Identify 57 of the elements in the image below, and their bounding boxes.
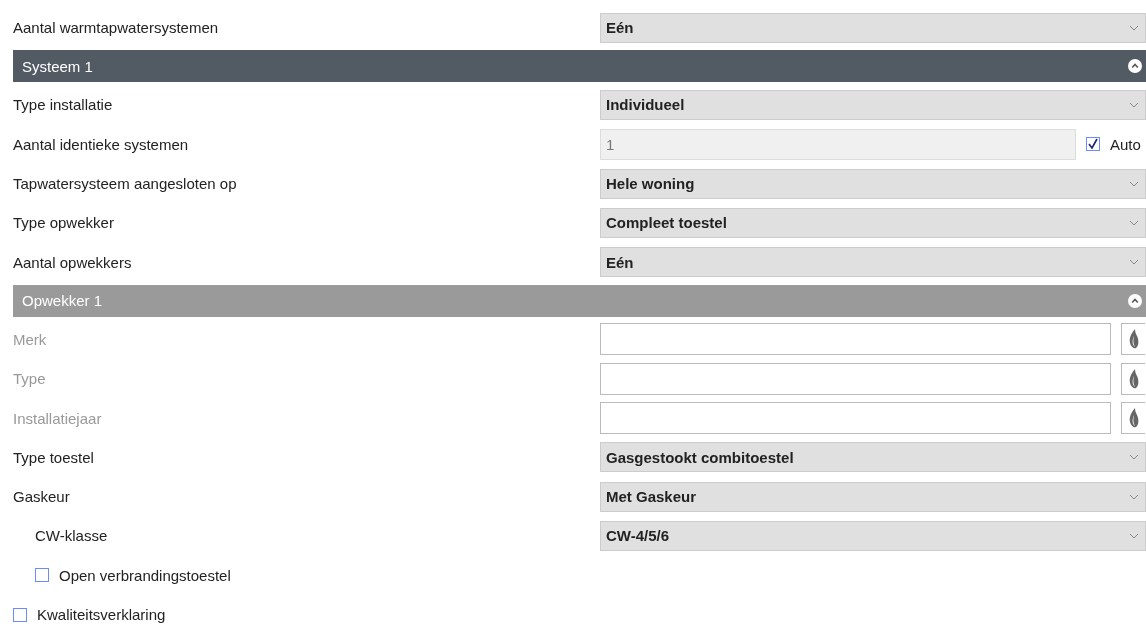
chevron-down-icon <box>1129 532 1139 539</box>
text-field[interactable] <box>600 402 1111 434</box>
text-field[interactable] <box>600 323 1111 356</box>
section-header[interactable]: Systeem 1 <box>13 50 1146 83</box>
dropdown[interactable]: Individueel <box>600 89 1146 120</box>
checkbox-label[interactable]: Kwaliteitsverklaring <box>37 606 166 623</box>
checkbox-label[interactable]: Open verbrandingstoestel <box>59 566 231 584</box>
flame-icon <box>1127 328 1140 351</box>
field-label: Merk <box>13 330 47 348</box>
dropdown-value: CW-4/5/6 <box>606 527 670 545</box>
checkbox[interactable] <box>13 607 27 622</box>
dropdown-value: Hele woning <box>606 175 695 193</box>
field-label: Type toestel <box>13 448 94 466</box>
field-label: Tapwatersysteem aangesloten op <box>13 175 237 193</box>
field-label: Aantal warmtapwatersystemen <box>13 19 219 37</box>
dropdown[interactable]: Eén <box>600 12 1146 43</box>
dropdown-value: Individueel <box>606 96 685 114</box>
chevron-down-icon <box>1129 259 1139 266</box>
chevron-down-icon <box>1129 493 1139 500</box>
field-label: Installatiejaar <box>13 409 102 427</box>
chevron-down-icon <box>1129 24 1139 31</box>
chevron-down-icon <box>1129 101 1139 108</box>
field-label: Gaskeur <box>13 488 70 506</box>
chevron-down-icon <box>1129 219 1139 226</box>
dropdown-value: Eén <box>606 19 634 37</box>
field-label: Aantal identieke systemen <box>13 135 189 153</box>
field-label: Type installatie <box>13 96 113 114</box>
field-label: CW-klasse <box>35 527 108 545</box>
chevron-down-icon <box>1129 454 1139 461</box>
dropdown[interactable]: CW-4/5/6 <box>600 520 1146 551</box>
checkbox-label[interactable]: Auto <box>1110 135 1141 153</box>
dropdown-value: Gasgestookt combitoestel <box>606 448 794 466</box>
number-field[interactable]: 1 <box>600 128 1076 160</box>
chevron-down-icon <box>1129 180 1139 187</box>
dropdown[interactable]: Eén <box>600 247 1146 278</box>
dropdown[interactable]: Gasgestookt combitoestel <box>600 442 1146 473</box>
section-title: Opwekker 1 <box>22 292 103 310</box>
flame-button[interactable] <box>1121 362 1145 395</box>
dropdown[interactable]: Met Gaskeur <box>600 481 1146 512</box>
text-field[interactable] <box>600 362 1111 395</box>
dropdown[interactable]: Hele woning <box>600 168 1146 199</box>
section-title: Systeem 1 <box>22 57 93 75</box>
field-label: Aantal opwekkers <box>13 253 132 271</box>
checkbox[interactable] <box>35 568 49 583</box>
flame-button[interactable] <box>1121 323 1145 356</box>
collapse-icon[interactable] <box>1128 293 1142 308</box>
flame-button[interactable] <box>1121 402 1145 434</box>
checkbox[interactable] <box>1086 137 1100 152</box>
flame-icon <box>1127 407 1140 429</box>
dropdown-value: Eén <box>606 253 634 271</box>
dropdown[interactable]: Compleet toestel <box>600 207 1146 238</box>
dropdown-value: Met Gaskeur <box>606 488 697 506</box>
dropdown-value: Compleet toestel <box>606 214 727 232</box>
field-label: Type opwekker <box>13 214 114 232</box>
flame-icon <box>1127 367 1140 390</box>
collapse-icon[interactable] <box>1128 59 1142 74</box>
field-label: Type <box>13 370 46 388</box>
